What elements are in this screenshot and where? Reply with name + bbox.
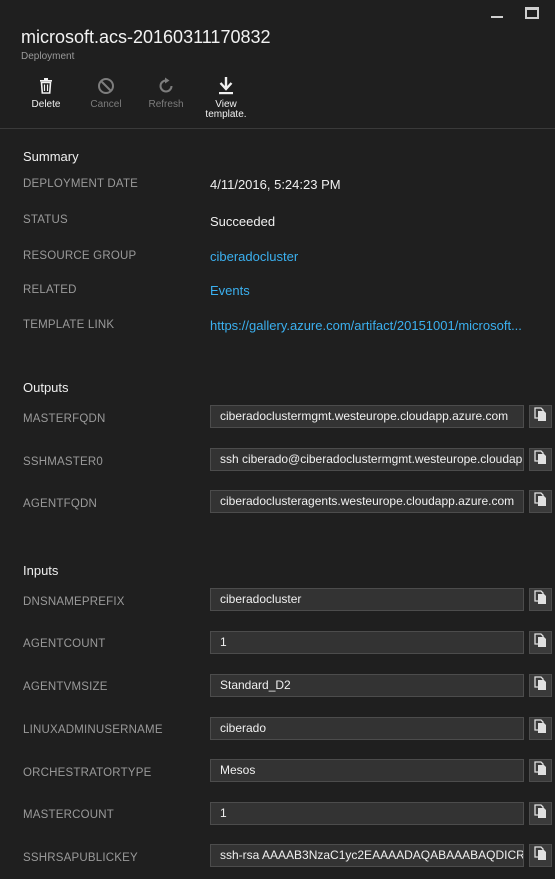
download-icon (196, 76, 256, 96)
template-link[interactable]: https://gallery.azure.com/artifact/20151… (210, 318, 553, 333)
status-value: Succeeded (210, 214, 276, 229)
sshrsapublickey-label: SSHRSAPUBLICKEY (23, 852, 138, 864)
mastercount-field[interactable]: 1 (210, 802, 524, 825)
agentvmsize-field[interactable]: Standard_D2 (210, 674, 524, 697)
copy-button[interactable] (529, 631, 552, 654)
view-template-button[interactable]: View template. (196, 76, 256, 120)
copy-button[interactable] (529, 405, 552, 428)
view-template-label: View template. (205, 99, 247, 120)
mastercount-label: MASTERCOUNT (23, 809, 115, 821)
page-title: microsoft.acs-20160311170832 (21, 27, 271, 47)
maximize-icon[interactable] (525, 7, 539, 19)
sshmaster0-label: SSHMASTER0 (23, 456, 103, 468)
linuxadminusername-field[interactable]: ciberado (210, 717, 524, 740)
agentvmsize-label: AGENTVMSIZE (23, 681, 108, 693)
copy-icon (534, 760, 547, 781)
agentcount-field[interactable]: 1 (210, 631, 524, 654)
delete-label: Delete (31, 99, 61, 110)
agentcount-label: AGENTCOUNT (23, 638, 106, 650)
events-link[interactable]: Events (210, 283, 250, 298)
inputs-heading: Inputs (23, 563, 59, 578)
related-label: RELATED (23, 284, 77, 296)
copy-icon (534, 589, 547, 610)
copy-icon (534, 632, 547, 653)
cancel-button[interactable]: Cancel (76, 76, 136, 110)
copy-button[interactable] (529, 717, 552, 740)
copy-button[interactable] (529, 844, 552, 867)
orchestratortype-field[interactable]: Mesos (210, 759, 524, 782)
sshmaster0-field[interactable]: ssh ciberado@ciberadoclustermgmt.westeur… (210, 448, 524, 471)
delete-button[interactable]: Delete (16, 76, 76, 110)
deployment-date-value: 4/11/2016, 5:24:23 PM (210, 177, 341, 192)
agentfqdn-field[interactable]: ciberadoclusteragents.westeurope.cloudap… (210, 490, 524, 513)
copy-icon (534, 491, 547, 512)
sshrsapublickey-field[interactable]: ssh-rsa AAAAB3NzaC1yc2EAAAADAQABAAABAQDI… (210, 844, 524, 867)
cancel-label: Cancel (90, 99, 122, 110)
masterfqdn-field[interactable]: ciberadoclustermgmt.westeurope.cloudapp.… (210, 405, 524, 428)
resource-group-label: RESOURCE GROUP (23, 250, 137, 262)
copy-button[interactable] (529, 490, 552, 513)
copy-icon (534, 406, 547, 427)
copy-button[interactable] (529, 674, 552, 697)
copy-button[interactable] (529, 759, 552, 782)
resource-group-link[interactable]: ciberadocluster (210, 249, 298, 264)
cancel-icon (76, 76, 136, 96)
linuxadminusername-label: LINUXADMINUSERNAME (23, 724, 163, 736)
deployment-date-label: DEPLOYMENT DATE (23, 178, 139, 190)
copy-icon (534, 803, 547, 824)
refresh-label: Refresh (148, 99, 184, 110)
dnsnameprefix-field[interactable]: ciberadocluster (210, 588, 524, 611)
orchestratortype-label: ORCHESTRATORTYPE (23, 767, 152, 779)
copy-button[interactable] (529, 448, 552, 471)
template-link-label: TEMPLATE LINK (23, 319, 115, 331)
copy-icon (534, 845, 547, 866)
outputs-heading: Outputs (23, 380, 69, 395)
copy-button[interactable] (529, 588, 552, 611)
agentfqdn-label: AGENTFQDN (23, 498, 97, 510)
summary-heading: Summary (23, 149, 79, 164)
command-bar: Delete Cancel Refresh View template. (0, 76, 555, 128)
page-subtitle: Deployment (21, 51, 75, 62)
copy-icon (534, 675, 547, 696)
status-label: STATUS (23, 214, 68, 226)
header-divider (0, 128, 555, 129)
refresh-icon (136, 76, 196, 96)
copy-button[interactable] (529, 802, 552, 825)
trash-icon (16, 76, 76, 96)
copy-icon (534, 718, 547, 739)
dnsnameprefix-label: DNSNAMEPREFIX (23, 596, 125, 608)
masterfqdn-label: MASTERFQDN (23, 413, 106, 425)
blade-header: microsoft.acs-20160311170832 Deployment (0, 0, 555, 70)
refresh-button[interactable]: Refresh (136, 76, 196, 110)
minimize-icon[interactable] (491, 16, 503, 18)
copy-icon (534, 449, 547, 470)
